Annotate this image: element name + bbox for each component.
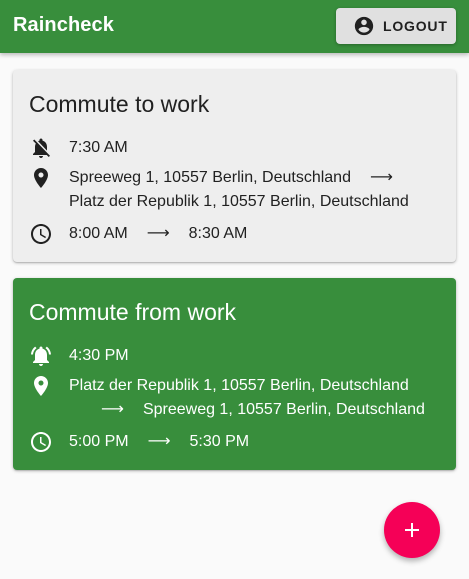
time-range: 8:00 AM ⟶ 8:30 AM — [69, 222, 247, 246]
route-to-line: ⟶ Spreeweg 1, 10557 Berlin, Deutschland — [101, 398, 425, 422]
end-time: 5:30 PM — [189, 433, 250, 450]
logout-label: LOGOUT — [383, 18, 448, 34]
arrow-icon: ⟶ — [101, 401, 124, 418]
alarm-row: 7:30 AM — [13, 136, 456, 160]
start-time: 5:00 PM — [69, 433, 129, 450]
end-time: 8:30 AM — [188, 225, 248, 242]
account-circle-icon — [354, 16, 374, 36]
add-commute-button[interactable] — [384, 502, 440, 558]
route-to: Platz der Republik 1, 10557 Berlin, Deut… — [69, 193, 409, 210]
route-row: Spreeweg 1, 10557 Berlin, Deutschland ⟶ P… — [13, 166, 456, 214]
alarm-time: 7:30 AM — [69, 139, 128, 156]
add-icon — [405, 523, 419, 537]
commute-title: Commute to work — [29, 91, 210, 117]
notifications-off-icon — [29, 136, 53, 160]
route-row: Platz der Republik 1, 10557 Berlin, Deut… — [13, 374, 456, 422]
route-from: Spreeweg 1, 10557 Berlin, Deutschland — [69, 169, 351, 186]
arrow-icon: ⟶ — [147, 433, 171, 450]
place-icon — [29, 166, 53, 190]
start-time: 8:00 AM — [69, 225, 128, 242]
arrow-icon: ⟶ — [369, 169, 393, 186]
time-range: 5:00 PM ⟶ 5:30 PM — [69, 430, 249, 454]
place-icon — [29, 374, 53, 398]
commute-card-active[interactable]: Commute from work 4:30 PM Platz der Repu… — [13, 278, 456, 470]
commute-title: Commute from work — [29, 299, 237, 325]
alarm-time: 4:30 PM — [69, 347, 129, 364]
app-bar: Raincheck LOGOUT — [0, 0, 469, 53]
alarm-row: 4:30 PM — [13, 344, 456, 368]
clock-icon — [29, 430, 53, 454]
logout-button[interactable]: LOGOUT — [336, 8, 456, 44]
arrow-icon: ⟶ — [146, 225, 170, 242]
time-row: 5:00 PM ⟶ 5:30 PM — [13, 430, 456, 454]
time-row: 8:00 AM ⟶ 8:30 AM — [13, 222, 456, 246]
clock-icon — [29, 222, 53, 246]
commute-card[interactable]: Commute to work 7:30 AM Spreeweg 1, 1055… — [13, 70, 456, 262]
app-title: Raincheck — [13, 14, 114, 36]
route-from: Platz der Republik 1, 10557 Berlin, Deut… — [69, 377, 409, 394]
route-from-line: Spreeweg 1, 10557 Berlin, Deutschland ⟶ — [69, 166, 393, 190]
route-to: Spreeweg 1, 10557 Berlin, Deutschland — [142, 401, 425, 418]
notifications-active-icon — [29, 344, 53, 368]
